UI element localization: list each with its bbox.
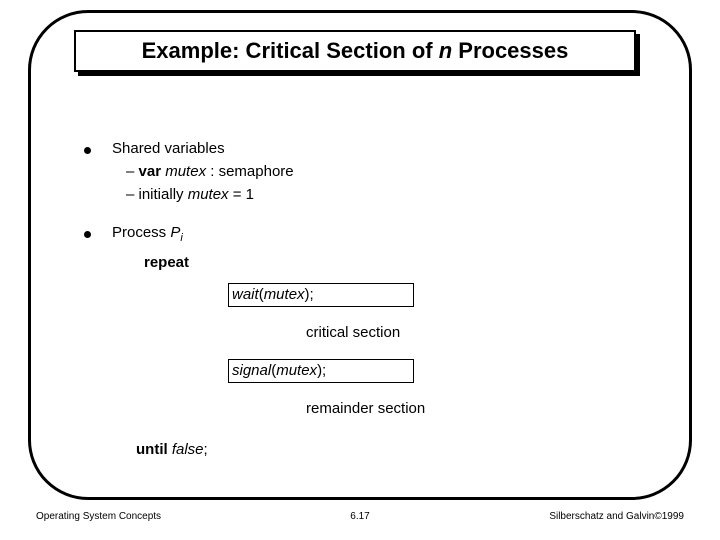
footer-right: Silberschatz and Galvin©1999 — [549, 511, 684, 522]
slide-footer: Operating System Concepts 6.17 Silbersch… — [36, 511, 684, 531]
title-n: n — [439, 38, 452, 63]
wait-rp: ); — [305, 286, 314, 303]
bullet-dot-icon — [84, 147, 91, 154]
title-pre: Example: Critical Section of — [142, 38, 439, 63]
sub1-mutex: mutex — [165, 163, 206, 180]
critical-section-text: critical section — [306, 324, 400, 341]
until-line: until false; — [136, 441, 644, 458]
slide-title-box: Example: Critical Section of n Processes — [74, 30, 636, 72]
sub2-pre: – initially — [126, 186, 188, 203]
repeat-kw: repeat — [144, 254, 189, 271]
until-semi: ; — [204, 441, 208, 458]
bullet-1-text: Shared variables — [112, 140, 225, 157]
repeat-line: repeat — [144, 254, 644, 271]
wait-call: wait(mutex); — [232, 286, 314, 303]
sub1-post: : semaphore — [206, 163, 294, 180]
footer-right-post: 1999 — [662, 511, 684, 522]
signal-arg: mutex — [276, 362, 317, 379]
slide-body: Shared variables – var mutex : semaphore… — [84, 140, 644, 458]
bullet-shared-vars: Shared variables — [84, 140, 644, 157]
bullet-process: Process Pi — [84, 224, 644, 244]
sub-line-1: – var mutex : semaphore — [126, 161, 644, 184]
sub1-pre: – — [126, 163, 139, 180]
sub-line-2: – initially mutex = 1 — [126, 184, 644, 207]
until-kw: until — [136, 441, 172, 458]
bullet-2-pre: Process — [112, 224, 170, 241]
title-post: Processes — [452, 38, 568, 63]
slide-title: Example: Critical Section of n Processes — [142, 38, 569, 64]
wait-fn: wait — [232, 286, 259, 303]
footer-right-pre: Silberschatz and Galvin — [549, 511, 654, 522]
signal-rp: ); — [317, 362, 326, 379]
signal-row: signal(mutex); — [84, 359, 644, 385]
signal-fn: signal — [232, 362, 271, 379]
rem-row: remainder section — [84, 397, 644, 423]
crit-row: critical section — [84, 321, 644, 347]
wait-arg: mutex — [264, 286, 305, 303]
bullet-2-p: P — [170, 224, 180, 241]
remainder-section-text: remainder section — [306, 400, 425, 417]
copyright-icon: © — [654, 511, 661, 522]
sub2-post: = 1 — [229, 186, 254, 203]
wait-row: wait(mutex); — [84, 283, 644, 309]
signal-call: signal(mutex); — [232, 362, 326, 379]
bullet-2-i: i — [180, 232, 182, 244]
sub2-mutex: mutex — [188, 186, 229, 203]
bullet-dot-icon — [84, 231, 91, 238]
sub1-var: var — [139, 163, 166, 180]
until-val: false — [172, 441, 204, 458]
